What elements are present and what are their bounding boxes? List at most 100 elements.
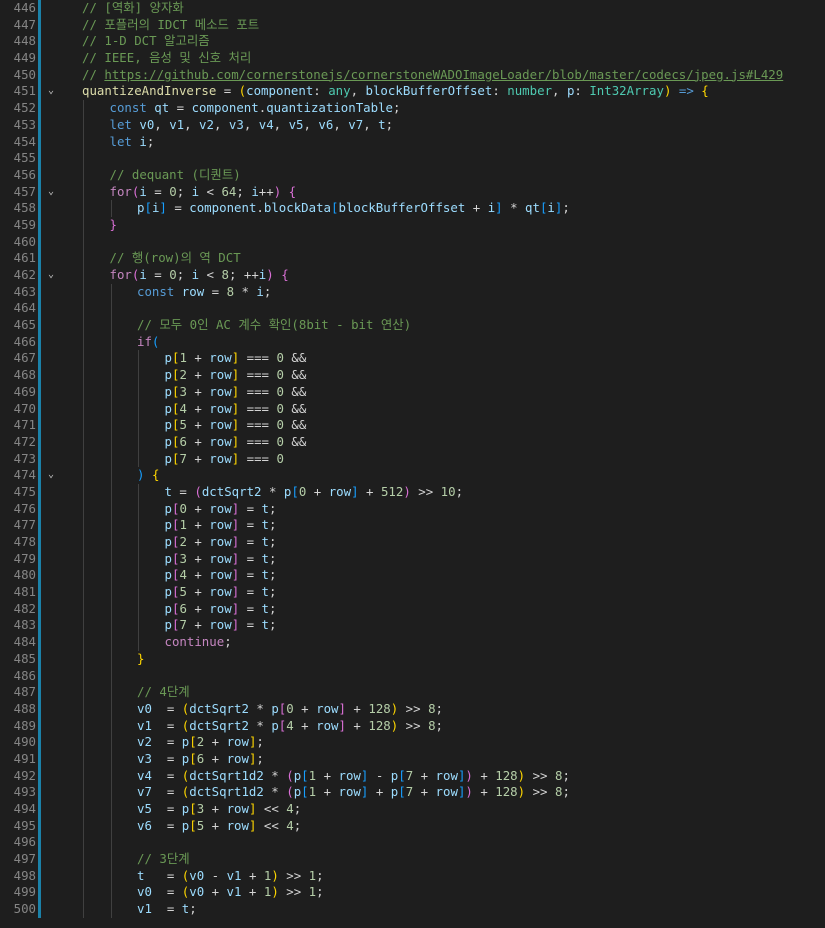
code-line[interactable]: 489 v1 = (dctSqrt2 * p[4 + row] + 128) >>… [0,717,825,735]
code-line[interactable]: 459} [0,216,825,234]
code-token: = [239,617,262,633]
code-line[interactable]: 487 // 4단계 [0,684,825,701]
code-token: && [283,400,307,416]
code-line[interactable]: 474 ⌄) { [0,467,825,484]
code-token: 6 [179,600,187,616]
chevron-down-icon[interactable]: ⌄ [44,267,58,284]
code-line[interactable]: 484 continue; [0,634,825,651]
code-token: === [239,400,277,416]
code-line[interactable]: 458 p[i] = component.blockData[blockBuffe… [0,200,825,217]
code-line[interactable]: 476 p[0 + row] = t; [0,500,825,518]
code-line[interactable]: 467 p[1 + row] === 0 && [0,350,825,368]
code-token: < [199,183,222,199]
code-text: // 모두 0인 AC 계수 확인(8bit - bit 연산) [137,317,411,334]
gutter-change-marker [38,200,41,217]
code-line[interactable]: 457 ⌄ for(i = 0; i < 64; i++) { [0,183,825,201]
code-line[interactable]: 465 // 모두 0인 AC 계수 확인(8bit - bit 연산) [0,317,825,334]
indent-guide [83,700,84,718]
code-token: + [316,767,339,783]
code-line[interactable]: 464 [0,300,825,318]
code-line[interactable]: 479 p[3 + row] = t; [0,550,825,568]
code-line[interactable]: 492 v4 = (dctSqrt1d2 * (p[1 + row] - p[7 … [0,767,825,785]
code-token: row [316,717,339,733]
code-line[interactable]: 460 [0,233,825,251]
code-text: quantizeAndInverse = (component: any, bl… [82,83,709,100]
indent-guide [83,283,84,301]
code-line[interactable]: 485} [0,650,825,668]
code-line[interactable]: 494 v5 = p[3 + row] << 4; [0,801,825,818]
code-line[interactable]: 488 v0 = (dctSqrt2 * p[0 + row] + 128) >>… [0,700,825,718]
code-line[interactable]: 499 v0 = (v0 + v1 + 1) >> 1; [0,884,825,902]
chevron-down-icon[interactable]: ⌄ [44,184,58,201]
code-token: dctSqrt1d2 [189,767,264,783]
code-token: + [306,483,329,499]
code-line[interactable]: 470 p[4 + row] === 0 && [0,400,825,418]
code-line[interactable]: 500 v1 = t; [0,901,825,918]
code-line[interactable]: 473 p[7 + row] === 0 [0,450,825,468]
code-token: 5 [179,584,187,600]
indent-guide [110,417,112,434]
line-number: 499 [13,884,36,900]
code-line[interactable]: 472 p[6 + row] === 0 && [0,433,825,451]
indent-guide [110,901,112,918]
code-line[interactable]: 477 p[1 + row] = t; [0,517,825,534]
gutter-change-marker [38,867,41,885]
code-line[interactable]: 461 // 행(row)의 역 DCT [0,250,825,267]
code-line[interactable]: 463 const row = 8 * i; [0,283,825,301]
code-line[interactable]: 498 t = (v0 - v1 + 1) >> 1; [0,867,825,885]
code-token: for [109,183,132,199]
chevron-down-icon[interactable]: ⌄ [44,467,58,484]
gutter-change-marker [38,767,41,785]
code-token: p [164,567,172,583]
code-line[interactable]: 486 [0,667,825,685]
code-line[interactable]: 480 p[4 + row] = t; [0,567,825,585]
code-token: row [209,433,232,449]
code-line[interactable]: 453 let v0, v1, v2, v3, v4, v5, v6, v7, t… [0,116,825,134]
code-link[interactable]: https://github.com/cornerstonejs/corners… [104,67,783,82]
code-line[interactable]: 483 p[7 + row] = t; [0,617,825,635]
code-token: => [678,83,694,99]
indent-guide [83,350,84,368]
code-line[interactable]: 493 v7 = (dctSqrt1d2 * (p[1 + row] + p[7 … [0,784,825,801]
code-line[interactable]: 491 v3 = p[6 + row]; [0,750,825,768]
code-line[interactable]: 471 p[5 + row] === 0 && [0,417,825,434]
code-editor[interactable]: 446// [역화] 양자화 447// 포플러의 IDCT 메소드 포트 448/… [0,0,825,928]
code-line[interactable]: 447 // 포플러의 IDCT 메소드 포트 [0,16,825,34]
code-line[interactable]: 449 // IEEE, 음성 및 신호 처리 [0,50,825,67]
code-token: = [204,283,227,299]
indent-guide [83,767,84,785]
code-token: ; [224,634,232,650]
code-line[interactable]: 454 let i; [0,133,825,151]
chevron-down-icon[interactable]: ⌄ [44,83,58,100]
line-number: 468 [13,367,36,383]
code-line[interactable]: 478 p[2 + row] = t; [0,534,825,551]
code-line[interactable]: 475 t = (dctSqrt2 * p[0 + row] + 512) >> … [0,483,825,501]
code-line[interactable]: 455 [0,150,825,167]
indent-guide [83,851,84,868]
gutter-change-marker [38,116,41,134]
code-line[interactable]: 450 // https://github.com/cornerstonejs/c… [0,66,825,84]
gutter-change-marker [38,367,41,384]
line-number: 497 [13,851,36,867]
code-line[interactable]: 446 // [역화] 양자화 [0,0,825,17]
code-line[interactable]: 490 v2 = p[2 + row]; [0,734,825,751]
code-token: row [226,801,249,816]
code-line[interactable]: 462 ⌄ for(i = 0; i < 8; ++i) { [0,267,825,284]
code-line[interactable]: 496 [0,834,825,852]
code-token: ; [189,901,197,917]
code-line[interactable]: 466 if( [0,333,825,351]
code-line[interactable]: 452 const qt = component.quantizationTabl… [0,100,825,117]
code-token: ( [286,767,294,783]
code-line[interactable]: 468 p[2 + row] === 0 && [0,367,825,384]
indent-guide [110,350,112,368]
code-line[interactable]: 481 p[5 + row] = t; [0,584,825,601]
code-line[interactable]: 497 // 3단계 [0,851,825,868]
code-token: } [109,216,117,232]
code-token: + [186,534,210,549]
code-line[interactable]: 482 p[6 + row] = t; [0,600,825,618]
code-line[interactable]: 469 p[3 + row] === 0 && [0,383,825,401]
code-line[interactable]: 495 v6 = p[5 + row] << 4; [0,817,825,835]
code-line[interactable]: 456 // dequant (디퀀트) [0,166,825,184]
code-line[interactable]: 448 // 1-D DCT 알고리즘 [0,33,825,51]
code-line[interactable]: 451 ⌄ quantizeAndInverse = (component: any… [0,83,825,101]
